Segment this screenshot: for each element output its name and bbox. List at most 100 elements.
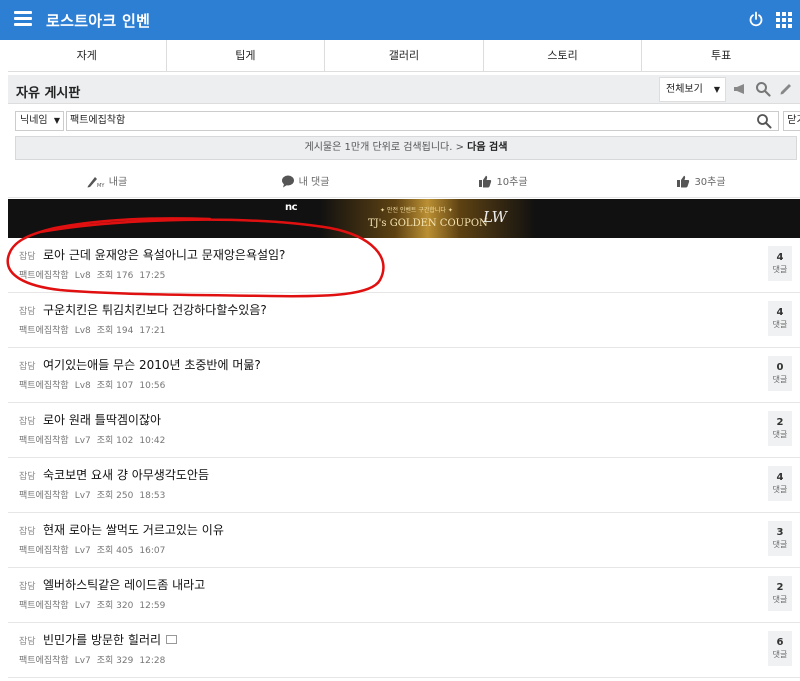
post-title[interactable]: 여기있는애들 무슨 2010년 초중반에 머묾?: [43, 356, 261, 373]
comment-count: 3: [776, 527, 784, 538]
site-title[interactable]: 로스트아크 인벤: [46, 10, 150, 31]
list-item[interactable]: 잡담 빈민가를 방문한 힐러리 팩트에집착함 Lv7 조회 329 12:28 6 댓글: [8, 623, 800, 678]
post-author[interactable]: 팩트에집착함: [19, 546, 69, 556]
post-meta: 팩트에집착함 Lv8 조회 194 17:21: [19, 323, 171, 336]
next-search-link[interactable]: 다음 검색: [467, 142, 507, 153]
post-views: 조회 329: [96, 656, 134, 666]
filter-30-likes[interactable]: 30추글: [602, 165, 800, 197]
post-author[interactable]: 팩트에집착함: [19, 491, 69, 501]
comment-count-badge[interactable]: 4 댓글: [768, 301, 792, 336]
thumbs-up-icon: [479, 175, 492, 188]
post-time: 10:56: [139, 381, 166, 391]
list-item[interactable]: 잡담 여기있는애들 무슨 2010년 초중반에 머묾? 팩트에집착함 Lv8 조회 …: [8, 348, 800, 403]
comment-count-badge[interactable]: 4 댓글: [768, 246, 792, 281]
power-icon[interactable]: [748, 11, 764, 27]
search-field-select[interactable]: 닉네임 ▼: [15, 111, 64, 131]
post-time: 16:07: [139, 546, 166, 556]
post-author[interactable]: 팩트에집착함: [19, 656, 69, 666]
post-title[interactable]: 엘버하스틱같은 레이드좀 내라고: [43, 576, 205, 593]
post-level: Lv7: [74, 436, 91, 446]
tab-tips[interactable]: 팁게: [167, 40, 326, 71]
filter-my-comments[interactable]: 내 댓글: [206, 165, 404, 197]
search-icon[interactable]: [756, 113, 772, 129]
post-category: 잡담: [19, 362, 36, 372]
speech-bubble-icon: [281, 175, 294, 188]
post-author[interactable]: 팩트에집착함: [19, 436, 69, 446]
close-search-button[interactable]: 닫기: [783, 111, 800, 131]
search-icon[interactable]: [755, 81, 771, 97]
post-title[interactable]: 숙코보면 요새 걍 아무생각도안듬: [43, 466, 209, 483]
list-item[interactable]: 잡담 로아 원래 틀딱겜이잖아 팩트에집착함 Lv7 조회 102 10:42 2 댓글: [8, 403, 800, 458]
comment-label: 댓글: [772, 320, 788, 329]
comment-count-badge[interactable]: 3 댓글: [768, 521, 792, 556]
list-item[interactable]: 잡담 구운치킨은 튀김치킨보다 건강하다할수있음? 팩트에집착함 Lv8 조회 19…: [8, 293, 800, 348]
caret-down-icon: ▼: [53, 116, 60, 125]
post-author[interactable]: 팩트에집착함: [19, 381, 69, 391]
post-views: 조회 107: [96, 381, 134, 391]
ad-banner[interactable]: nc ✦ 안전 인벤트 구간합니다 ✦ TJ's GOLDEN COUPON L…: [8, 199, 800, 238]
comment-label: 댓글: [772, 595, 788, 604]
comment-label: 댓글: [772, 375, 788, 384]
filter-label: 내 댓글: [298, 177, 330, 188]
post-views: 조회 405: [96, 546, 134, 556]
post-author[interactable]: 팩트에집착함: [19, 271, 69, 281]
comment-count: 2: [776, 417, 784, 428]
list-item[interactable]: 잡담 로아 근데 윤재앙은 욕설아니고 문재앙은욕설임? 팩트에집착함 Lv8 조회…: [8, 238, 800, 293]
search-field-value: 닉네임: [20, 115, 48, 126]
post-meta: 팩트에집착함 Lv7 조회 250 18:53: [19, 488, 171, 501]
comment-count: 4: [776, 472, 784, 483]
megaphone-icon[interactable]: [732, 81, 748, 97]
post-title[interactable]: 구운치킨은 튀김치킨보다 건강하다할수있음?: [43, 301, 267, 318]
post-title[interactable]: 로아 원래 틀딱겜이잖아: [43, 411, 161, 428]
list-item[interactable]: 잡담 현재 로아는 쌀먹도 거르고있는 이유 팩트에집착함 Lv7 조회 405 16…: [8, 513, 800, 568]
comment-count: 0: [776, 362, 784, 373]
post-title-text: 빈민가를 방문한 힐러리: [43, 633, 162, 647]
comment-label: 댓글: [772, 265, 788, 274]
board-tabs: 자게 팁게 갤러리 스토리 투표: [8, 40, 800, 72]
post-category: 잡담: [19, 417, 36, 427]
board-header: 자유 게시판 전체보기 ▼: [8, 75, 800, 104]
post-author[interactable]: 팩트에집착함: [19, 601, 69, 611]
post-category: 잡담: [19, 637, 36, 647]
post-category: 잡담: [19, 527, 36, 537]
comment-count-badge[interactable]: 2 댓글: [768, 576, 792, 611]
comment-label: 댓글: [772, 540, 788, 549]
post-views: 조회 102: [96, 436, 134, 446]
post-time: 18:53: [139, 491, 166, 501]
post-title[interactable]: 로아 근데 윤재앙은 욕설아니고 문재앙은욕설임?: [43, 246, 285, 263]
tab-free[interactable]: 자게: [8, 40, 167, 71]
post-category: 잡담: [19, 472, 36, 482]
filter-10-likes[interactable]: 10추글: [404, 165, 602, 197]
list-item[interactable]: 잡담 엘버하스틱같은 레이드좀 내라고 팩트에집착함 Lv7 조회 320 12:59…: [8, 568, 800, 623]
post-title[interactable]: 현재 로아는 쌀먹도 거르고있는 이유: [43, 521, 224, 538]
post-views: 조회 320: [96, 601, 134, 611]
post-views: 조회 250: [96, 491, 134, 501]
filter-label: 30추글: [694, 177, 726, 188]
comment-count-badge[interactable]: 4 댓글: [768, 466, 792, 501]
post-author[interactable]: 팩트에집착함: [19, 326, 69, 336]
menu-icon[interactable]: [14, 11, 32, 27]
list-item[interactable]: 잡담 숙코보면 요새 걍 아무생각도안듬 팩트에집착함 Lv7 조회 250 18:5…: [8, 458, 800, 513]
banner-subtitle: ✦ 안전 인벤트 구간합니다 ✦: [380, 207, 453, 214]
apps-grid-icon[interactable]: [776, 12, 792, 28]
filter-my-posts[interactable]: MY 내글: [8, 165, 206, 197]
tab-vote[interactable]: 투표: [642, 40, 800, 71]
comment-count-badge[interactable]: 2 댓글: [768, 411, 792, 446]
pencil-icon[interactable]: [778, 81, 794, 97]
comment-count-badge[interactable]: 0 댓글: [768, 356, 792, 391]
comment-count-badge[interactable]: 6 댓글: [768, 631, 792, 666]
post-meta: 팩트에집착함 Lv7 조회 320 12:59: [19, 598, 171, 611]
search-notice: 게시물은 1만개 단위로 검색됩니다. > 다음 검색: [15, 136, 797, 160]
comment-count: 4: [776, 307, 784, 318]
tab-story[interactable]: 스토리: [484, 40, 643, 71]
notice-text: 게시물은 1만개 단위로 검색됩니다. >: [304, 142, 464, 153]
post-level: Lv7: [74, 656, 91, 666]
post-list: 잡담 로아 근데 윤재앙은 욕설아니고 문재앙은욕설임? 팩트에집착함 Lv8 조회…: [8, 238, 800, 678]
post-meta: 팩트에집착함 Lv7 조회 102 10:42: [19, 433, 171, 446]
search-input[interactable]: 팩트에집착함: [66, 111, 779, 131]
post-title[interactable]: 빈민가를 방문한 힐러리: [43, 631, 178, 648]
view-select[interactable]: 전체보기 ▼: [659, 77, 726, 102]
post-time: 12:59: [139, 601, 166, 611]
my-post-icon: MY: [87, 177, 105, 189]
tab-gallery[interactable]: 갤러리: [325, 40, 484, 71]
